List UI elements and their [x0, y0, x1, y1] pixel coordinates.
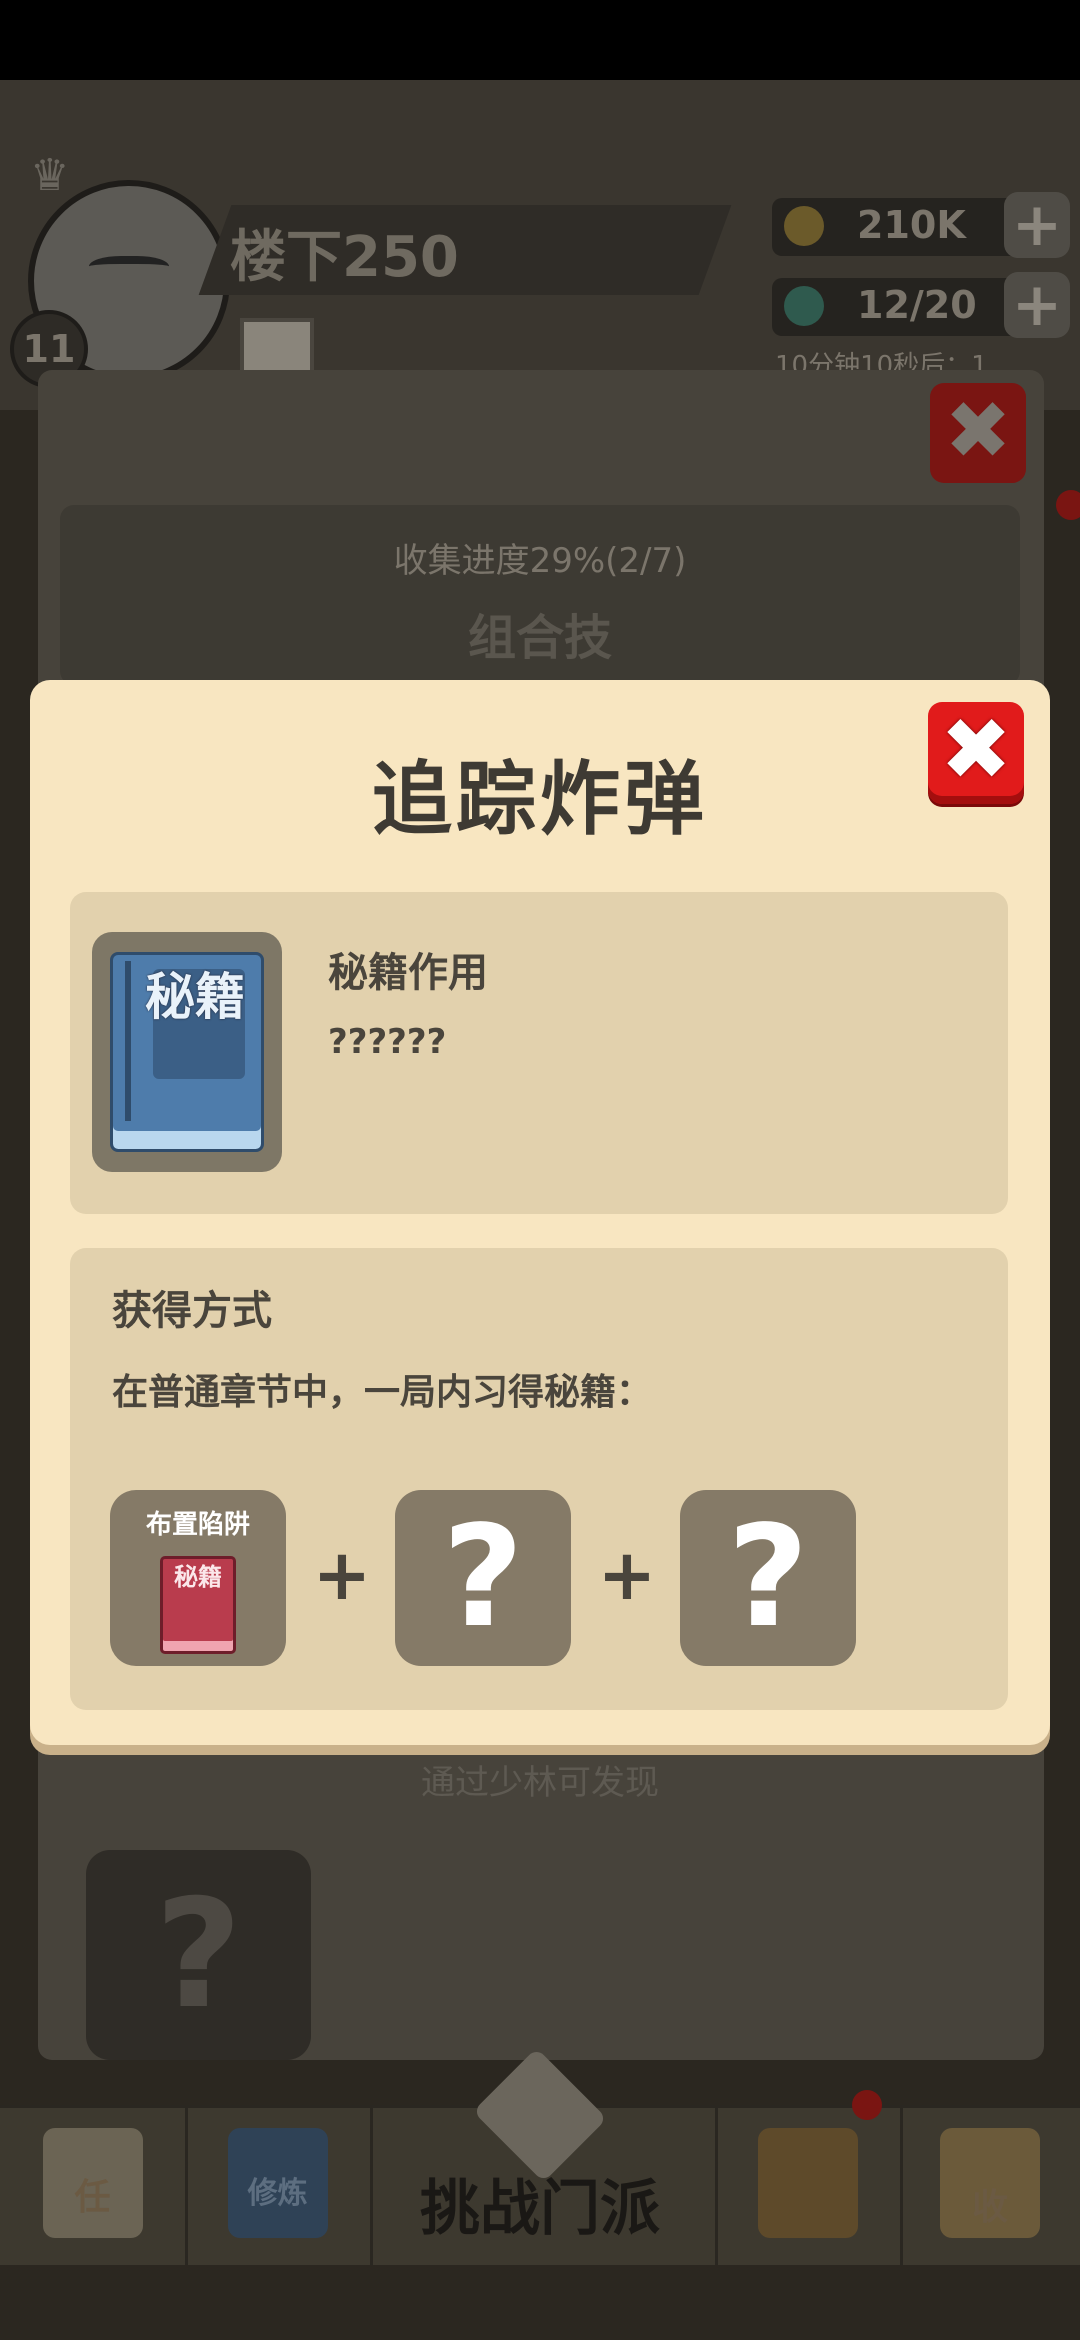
- coin-icon: [784, 206, 824, 246]
- slot-skill-name: 布置陷阱: [145, 1510, 250, 1540]
- coin-resource: 210K +: [772, 192, 1070, 258]
- question-mark-icon: ?: [727, 1496, 809, 1659]
- close-button[interactable]: ✖: [928, 702, 1024, 804]
- obtain-description: 在普通章节中，一局内习得秘籍：: [112, 1372, 653, 1413]
- plus-sign: +: [312, 1534, 372, 1616]
- status-bar: [0, 0, 1080, 80]
- gem-value: 12/20: [857, 283, 977, 327]
- slot-book-title: 秘籍: [174, 1563, 222, 1591]
- nav-notification-dot: [852, 2090, 882, 2120]
- dialog-title: 追踪炸弹: [372, 753, 708, 846]
- book-spine: [125, 961, 131, 1121]
- obtain-card: 获得方式 在普通章节中，一局内习得秘籍： 布置陷阱 秘籍 + ? + ?: [70, 1248, 1008, 1710]
- nav-challenge-label: 挑战门派: [420, 2174, 660, 2244]
- skill-book-icon: 秘籍: [110, 952, 264, 1152]
- add-gem-button[interactable]: +: [1004, 272, 1070, 338]
- collection-close-button[interactable]: ✖: [930, 383, 1026, 483]
- add-coin-button[interactable]: +: [1004, 192, 1070, 258]
- effect-card: 秘籍 秘籍作用 ??????: [70, 892, 1008, 1214]
- obtain-title: 获得方式: [112, 1288, 272, 1334]
- plus-sign: +: [597, 1534, 657, 1616]
- effect-description: ??????: [328, 1022, 447, 1062]
- recipe-slot-trap[interactable]: 布置陷阱 秘籍: [110, 1490, 286, 1666]
- effect-title: 秘籍作用: [328, 950, 488, 996]
- recipe-slot-unknown[interactable]: ?: [680, 1490, 856, 1666]
- gem-resource: 12/20 +: [772, 272, 1070, 338]
- book-title: 秘籍: [145, 968, 245, 1026]
- system-nav-bar: [0, 2265, 1080, 2340]
- combo-section-title: 组合技: [467, 610, 612, 666]
- locked-skill-card[interactable]: ?: [86, 1850, 311, 2060]
- collection-progress: 收集进度29%(2/7): [393, 541, 687, 581]
- skill-detail-dialog: 追踪炸弹 ✖ 秘籍 秘籍作用 ?????? 获得方式 在普通章节中，一局内习得秘…: [30, 680, 1050, 1745]
- coin-value: 210K: [857, 203, 966, 247]
- skill-book-frame: 秘籍: [92, 932, 282, 1172]
- gem-icon: [784, 286, 824, 326]
- mail-icon[interactable]: [240, 318, 314, 378]
- crown-icon: ♛: [30, 150, 70, 201]
- player-name: 楼下250: [230, 225, 459, 290]
- notification-dot: [1056, 490, 1080, 520]
- skill-book-pink-icon: 秘籍: [160, 1556, 236, 1654]
- discover-hint: 通过少林可发现: [421, 1763, 659, 1803]
- recipe-slot-unknown[interactable]: ?: [395, 1490, 571, 1666]
- question-mark-icon: ?: [442, 1496, 524, 1659]
- avatar-face: [89, 256, 169, 282]
- close-icon: ✖: [939, 700, 1013, 800]
